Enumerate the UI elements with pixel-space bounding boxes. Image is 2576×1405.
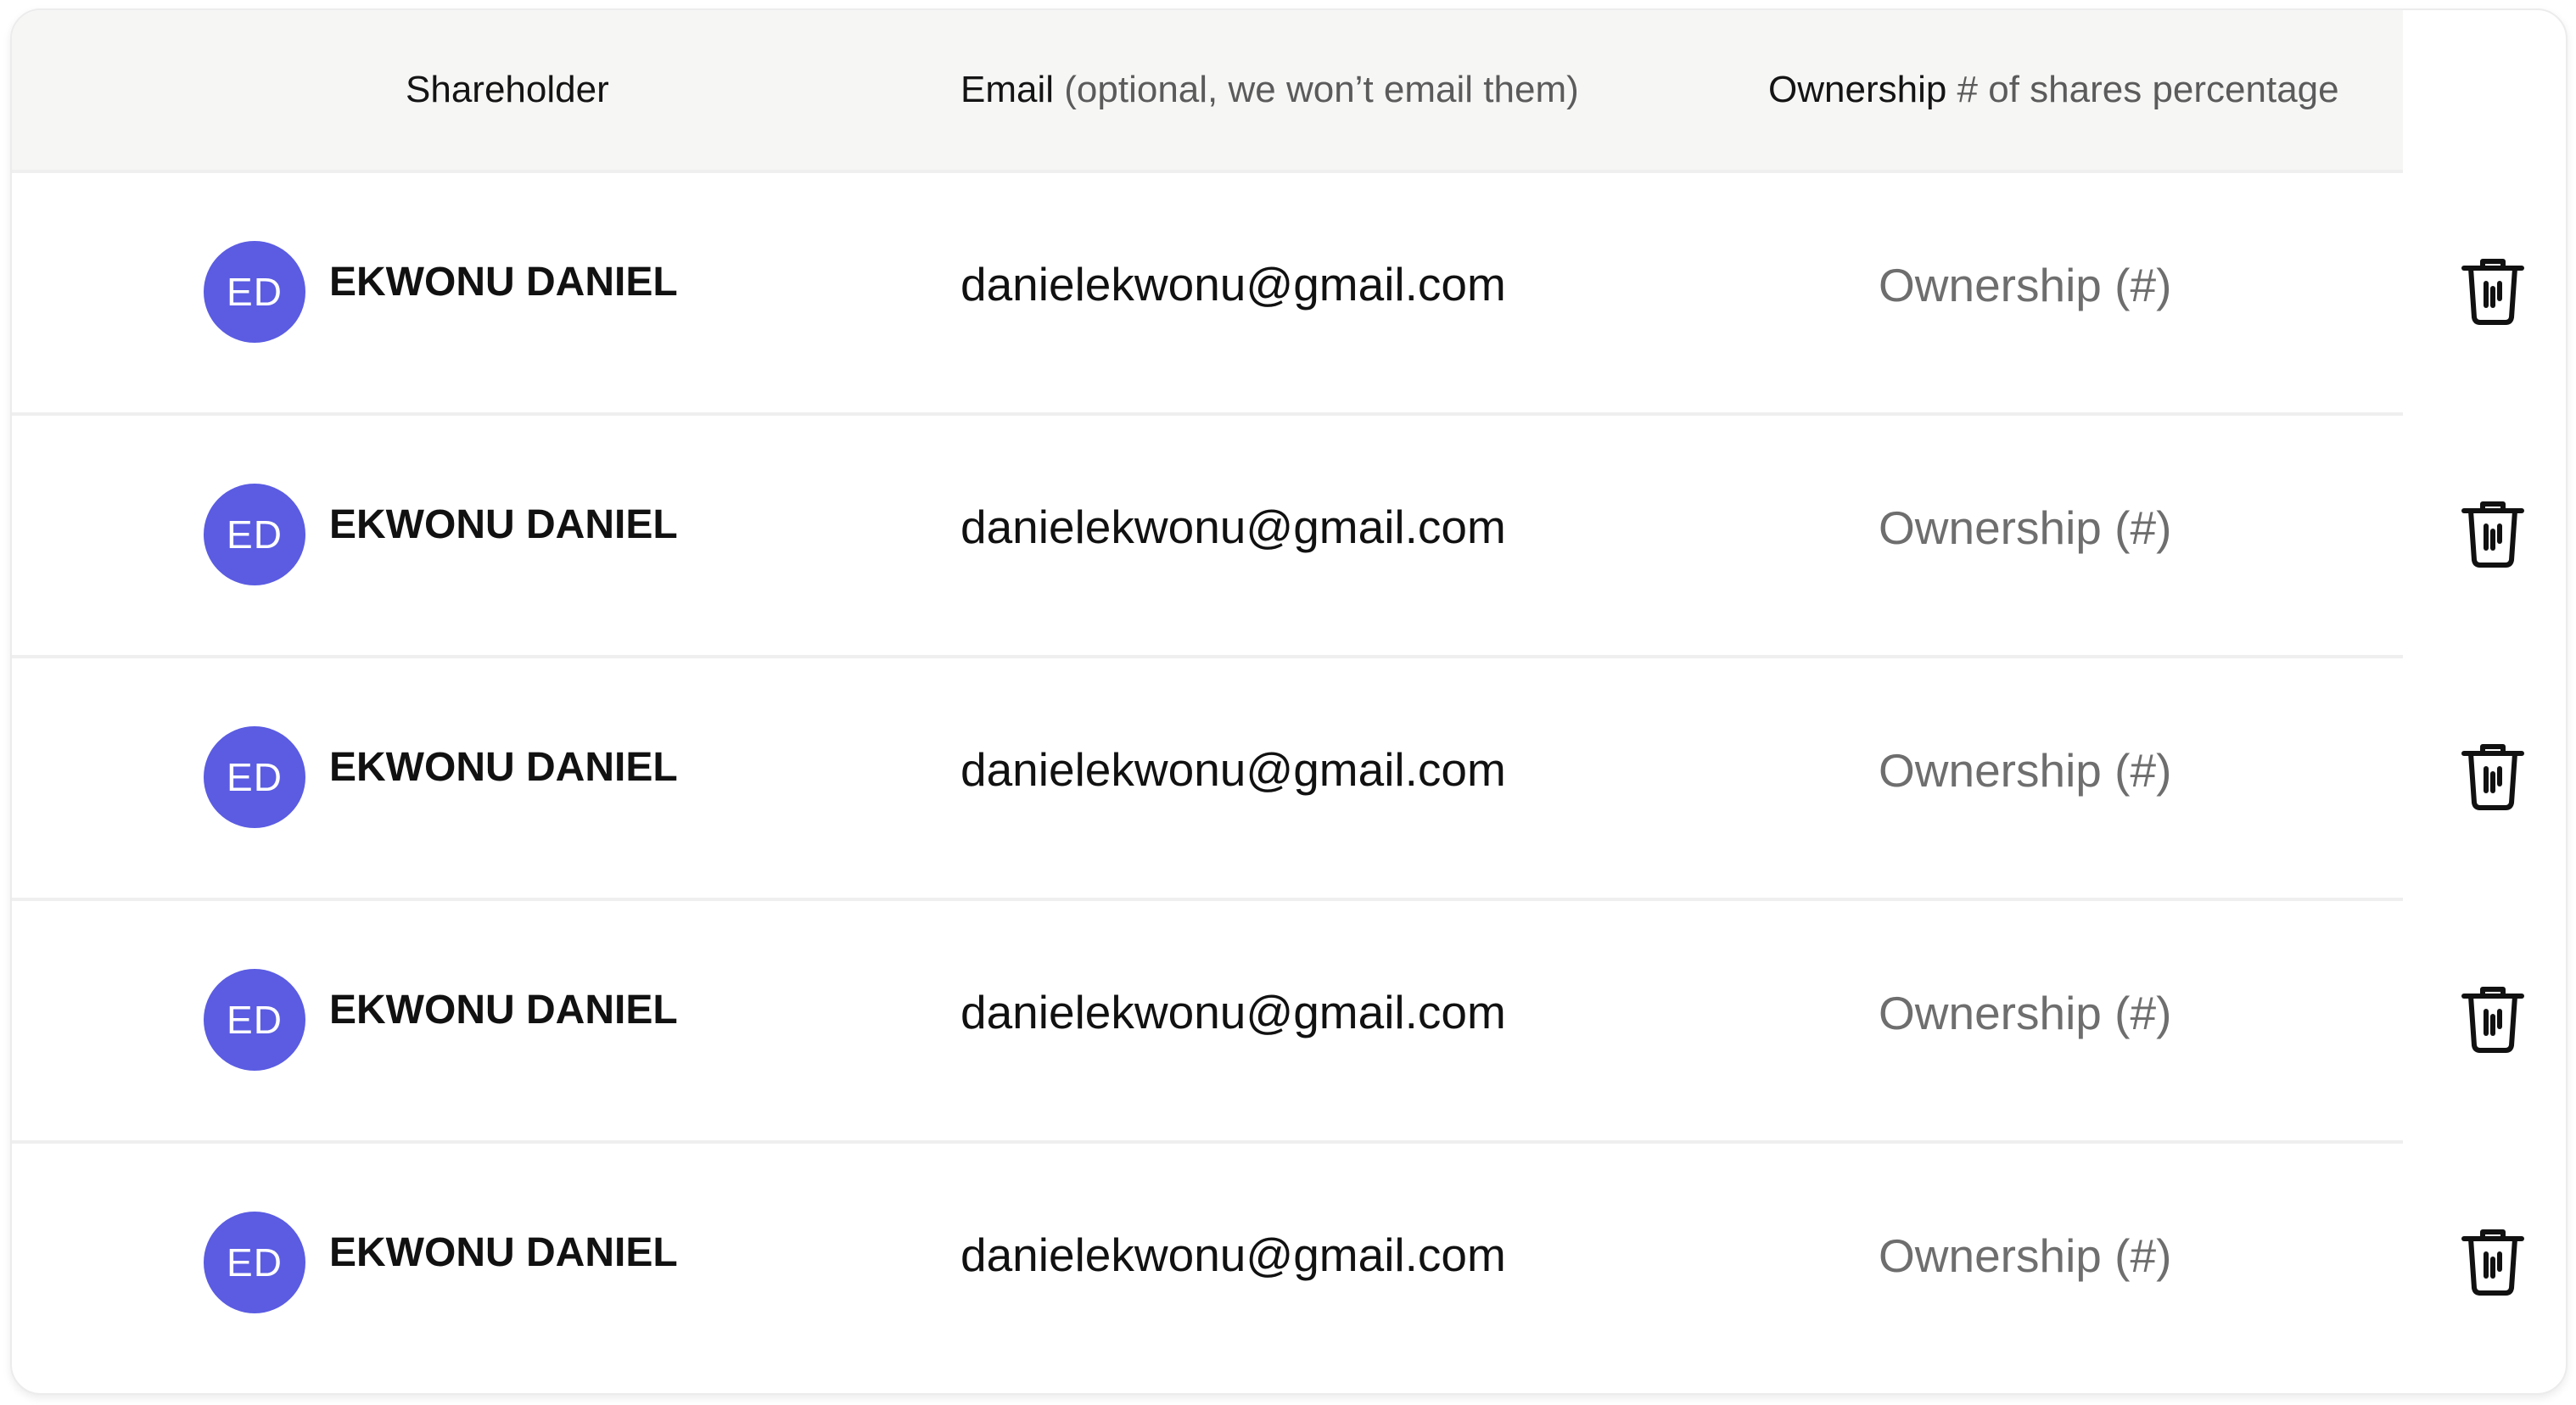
trash-icon [2461, 1229, 2524, 1296]
header-shareholder-label: Shareholder [406, 69, 609, 110]
trash-icon [2461, 259, 2524, 325]
header-email-label: Email [960, 69, 1055, 110]
ownership-input[interactable] [1879, 1222, 2235, 1290]
trash-icon [2461, 501, 2524, 568]
shareholder-email: danielekwonu@gmail.com [960, 986, 1506, 1038]
shareholder-name: EKWONU DANIEL [329, 988, 678, 1033]
table-row: ED EKWONU DANIEL danielekwonu@gmail.com [12, 898, 2566, 1140]
delete-button[interactable] [2459, 1225, 2527, 1296]
shareholder-name: EKWONU DANIEL [329, 745, 678, 790]
shareholder-email: danielekwonu@gmail.com [960, 743, 1506, 796]
table-row: ED EKWONU DANIEL danielekwonu@gmail.com [12, 1140, 2566, 1383]
header-shareholder: Shareholder [406, 10, 609, 170]
ownership-input[interactable] [1879, 494, 2235, 562]
avatar: ED [204, 484, 305, 585]
shareholder-email: danielekwonu@gmail.com [960, 1229, 1506, 1281]
ownership-input[interactable] [1879, 736, 2235, 804]
shareholder-name: EKWONU DANIEL [329, 260, 678, 305]
table-header: Shareholder Email (optional, we won’t em… [12, 10, 2403, 170]
table-row: ED EKWONU DANIEL danielekwonu@gmail.com [12, 412, 2566, 655]
trash-icon [2461, 744, 2524, 810]
header-ownership-label: Ownership [1768, 69, 1947, 110]
shareholder-email: danielekwonu@gmail.com [960, 258, 1506, 311]
header-ownership-hint: # of shares percentage [1957, 69, 2339, 110]
ownership-input[interactable] [1879, 979, 2235, 1047]
shareholder-email: danielekwonu@gmail.com [960, 501, 1506, 553]
delete-button[interactable] [2459, 982, 2527, 1054]
table-row: ED EKWONU DANIEL danielekwonu@gmail.com [12, 655, 2566, 898]
header-email: Email (optional, we won’t email them) [960, 10, 1579, 170]
shareholder-name: EKWONU DANIEL [329, 502, 678, 547]
header-email-hint: (optional, we won’t email them) [1064, 69, 1579, 110]
delete-button[interactable] [2459, 255, 2527, 326]
ownership-input[interactable] [1879, 251, 2235, 319]
shareholders-table: Shareholder Email (optional, we won’t em… [10, 8, 2568, 1395]
delete-button[interactable] [2459, 740, 2527, 811]
avatar: ED [204, 969, 305, 1071]
trash-icon [2461, 987, 2524, 1053]
avatar: ED [204, 241, 305, 343]
delete-button[interactable] [2459, 497, 2527, 568]
shareholder-name: EKWONU DANIEL [329, 1230, 678, 1275]
table-row: ED EKWONU DANIEL danielekwonu@gmail.com [12, 170, 2566, 412]
avatar: ED [204, 1212, 305, 1313]
header-ownership: Ownership # of shares percentage [1768, 10, 2339, 170]
avatar: ED [204, 726, 305, 828]
